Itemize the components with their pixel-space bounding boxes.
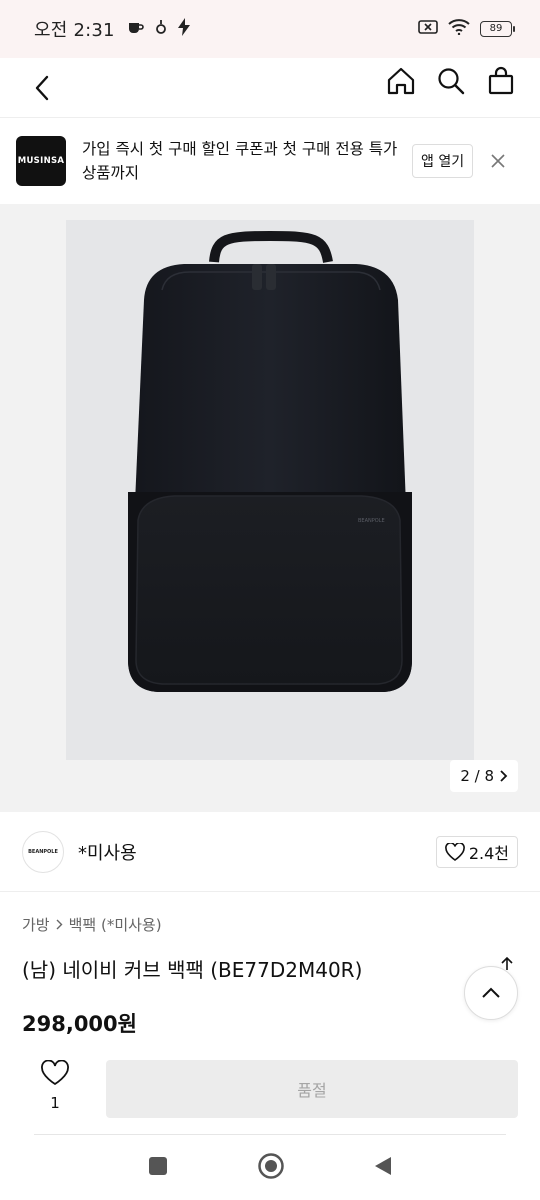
status-system-icons: 89 (418, 19, 515, 39)
divider (34, 1134, 506, 1135)
wishlist-count: 1 (50, 1094, 60, 1112)
close-banner-button[interactable] (487, 150, 509, 172)
recents-button[interactable] (147, 1155, 169, 1181)
image-counter-text: 2 / 8 (460, 767, 494, 785)
heart-icon (41, 1059, 69, 1086)
chevron-up-icon (482, 987, 500, 998)
product-price: 298,000원 (22, 1012, 137, 1036)
search-button[interactable] (434, 64, 468, 98)
product-logo-text: BEANPOLE (358, 518, 385, 524)
no-sim-icon (418, 19, 438, 39)
wishlist-button[interactable]: 1 (34, 1059, 76, 1112)
musinsa-logo: MUSINSA (16, 136, 66, 186)
breadcrumb: 가방 백팩 (*미사용) (22, 914, 162, 935)
top-app-bar (0, 58, 540, 118)
brand-like-count: 2.4천 (468, 843, 509, 863)
home-button[interactable] (384, 64, 418, 98)
home-icon (387, 67, 415, 95)
circle-icon (258, 1153, 284, 1179)
product-photo[interactable]: BEANPOLE (66, 220, 474, 760)
close-icon (491, 154, 505, 168)
search-icon (438, 68, 465, 95)
brand-like-button[interactable]: 2.4천 (435, 835, 518, 868)
image-counter[interactable]: 2 / 8 (450, 760, 518, 792)
header-actions (384, 64, 518, 98)
square-icon (149, 1157, 167, 1175)
wifi-icon (448, 19, 470, 39)
heart-icon (444, 842, 465, 861)
coffee-icon (127, 19, 145, 39)
app-notification-icon (155, 19, 167, 39)
chevron-right-icon (56, 919, 63, 930)
scroll-to-top-button[interactable] (464, 966, 518, 1020)
brand-logo[interactable]: BEANPOLE (22, 830, 64, 873)
system-navigation-bar (0, 1136, 540, 1200)
brand-name[interactable]: *미사용 (78, 839, 137, 865)
brand-row: BEANPOLE *미사용 2.4천 (0, 812, 540, 892)
back-button[interactable] (22, 68, 62, 108)
promo-message: 가입 즉시 첫 구매 할인 쿠폰과 첫 구매 전용 특가 상품까지 (82, 140, 398, 182)
breadcrumb-item-subcategory[interactable]: 백팩 (*미사용) (69, 914, 162, 935)
app-promo-banner: MUSINSA 가입 즉시 첫 구매 할인 쿠폰과 첫 구매 전용 특가 상품까… (0, 118, 540, 204)
home-nav-button[interactable] (257, 1152, 285, 1184)
status-time: 오전 2:31 (34, 20, 115, 41)
status-bar: 오전 2:31 89 (0, 0, 540, 58)
backpack-image: BEANPOLE (128, 230, 412, 692)
triangle-back-icon (375, 1157, 391, 1175)
back-nav-button[interactable] (373, 1155, 393, 1181)
product-title: (남) 네이비 커브 백팩 (BE77D2M40R) (22, 958, 363, 982)
bag-icon (488, 66, 514, 95)
breadcrumb-item-category[interactable]: 가방 (22, 914, 50, 935)
open-app-button[interactable]: 앱 열기 (412, 144, 474, 178)
status-notification-icons (127, 18, 191, 40)
cart-button[interactable] (484, 64, 518, 98)
bolt-icon (177, 18, 191, 40)
back-icon (35, 75, 49, 101)
soldout-button[interactable]: 품절 (106, 1060, 518, 1118)
chevron-right-icon (500, 770, 508, 782)
product-image-gallery[interactable]: BEANPOLE 2 / 8 (0, 204, 540, 812)
battery-icon: 89 (480, 21, 515, 37)
purchase-action-bar: 1 품절 (0, 1058, 540, 1134)
